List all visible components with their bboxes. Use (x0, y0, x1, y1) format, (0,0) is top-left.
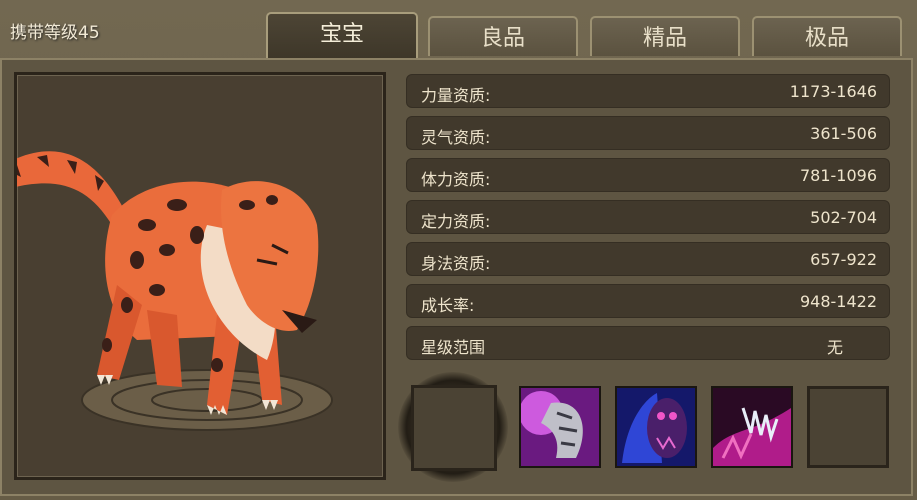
leopard-pet-model[interactable] (3, 75, 383, 477)
stat-row-stamina: 体力资质: 781-1096 (406, 158, 890, 192)
stat-label: 成长率: (421, 296, 475, 315)
stat-value: 948-1422 (799, 292, 877, 311)
stat-label: 定力资质: (421, 212, 491, 231)
stat-value: 657-922 (810, 250, 877, 269)
stat-label: 力量资质: (421, 86, 491, 105)
stat-label: 星级范围 (421, 338, 486, 357)
tab-fine[interactable]: 精品 (590, 16, 740, 56)
stat-value: 1173-1646 (789, 82, 877, 101)
stat-label: 身法资质: (421, 254, 491, 273)
shadow-beast-skill-icon (617, 388, 695, 466)
skill-slot-3[interactable] (711, 386, 793, 468)
tab-good[interactable]: 良品 (428, 16, 578, 56)
stat-label: 灵气资质: (421, 128, 491, 147)
stat-row-agility: 身法资质: 657-922 (406, 242, 890, 276)
stat-value: 502-704 (810, 208, 877, 227)
carry-level-label: 携带等级45 (10, 23, 100, 43)
stat-value: 无 (826, 338, 843, 357)
pet-preview (3, 72, 386, 480)
stat-label: 体力资质: (421, 170, 491, 189)
stat-value: 361-506 (810, 124, 877, 143)
skill-slot-empty[interactable] (807, 386, 889, 468)
stat-row-growth: 成长率: 948-1422 (406, 284, 890, 318)
skill-slot-empty[interactable] (411, 385, 497, 471)
stat-row-focus: 定力资质: 502-704 (406, 200, 890, 234)
claw-strike-skill-icon (519, 388, 599, 466)
stat-value: 781-1096 (799, 166, 877, 185)
fang-rush-skill-icon (713, 388, 791, 466)
skill-slot-1[interactable] (519, 386, 601, 468)
tab-baby[interactable]: 宝宝 (266, 12, 418, 58)
stat-row-star-range: 星级范围 无 (406, 326, 890, 360)
tab-superior[interactable]: 极品 (752, 16, 902, 56)
skill-slot-2[interactable] (615, 386, 697, 468)
stat-row-strength: 力量资质: 1173-1646 (406, 74, 890, 108)
stat-row-spirit: 灵气资质: 361-506 (406, 116, 890, 150)
